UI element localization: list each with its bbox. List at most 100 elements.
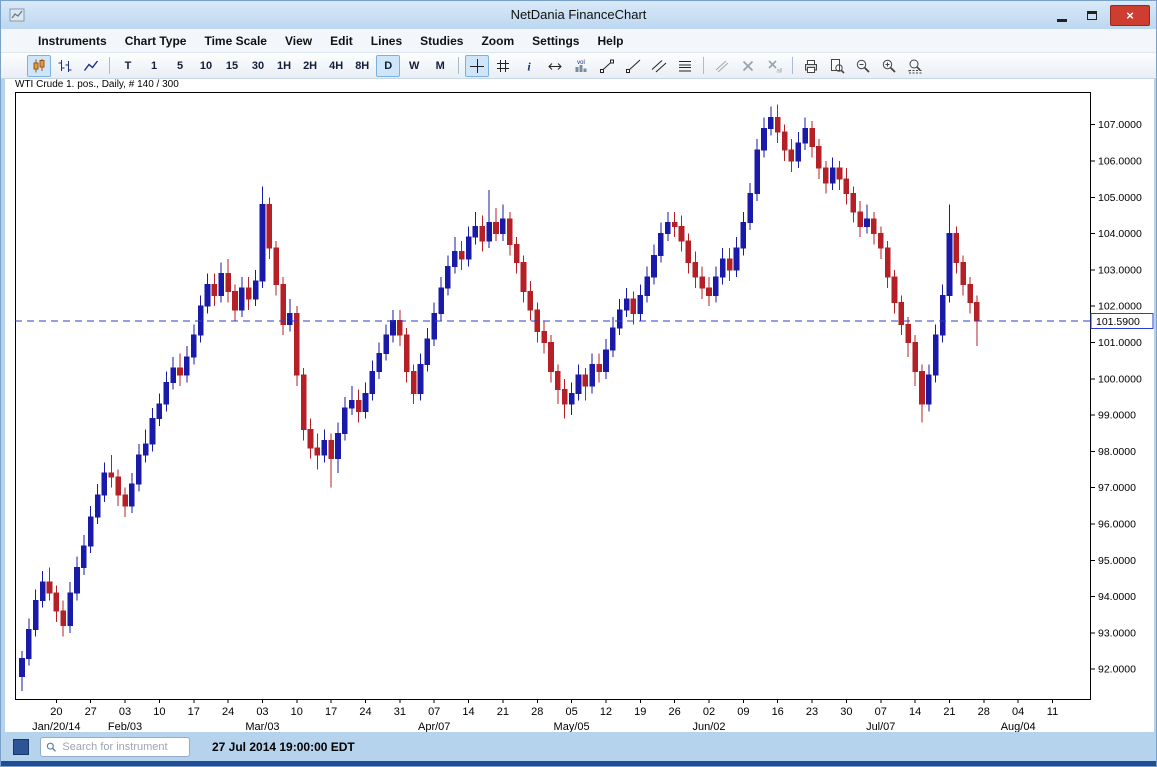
- svg-text:31: 31: [394, 706, 406, 718]
- svg-text:24: 24: [359, 706, 371, 718]
- svg-text:30: 30: [840, 706, 852, 718]
- timeframe-button-5[interactable]: 5: [168, 55, 192, 77]
- menu-edit[interactable]: Edit: [321, 34, 362, 48]
- toolbar-button-channel[interactable]: [647, 55, 671, 77]
- timestamp: 27 Jul 2014 19:00:00 EDT: [212, 740, 355, 754]
- timeframe-button-D[interactable]: D: [376, 55, 400, 77]
- menu-view[interactable]: View: [276, 34, 321, 48]
- toolbar-button-print-preview[interactable]: [825, 55, 849, 77]
- bars-icon: [57, 58, 73, 74]
- toolbar-separator: [703, 57, 704, 74]
- price-chart[interactable]: 92.000093.000094.000095.000096.000097.00…: [5, 79, 1154, 734]
- toolbar-button-grid[interactable]: [491, 55, 515, 77]
- svg-text:03: 03: [119, 706, 131, 718]
- instrument-label: WTI Crude 1. pos., Daily, # 140 / 300: [15, 79, 179, 90]
- toolbar-button-fibonacci[interactable]: [673, 55, 697, 77]
- maximize-icon: [1087, 11, 1097, 20]
- svg-text:07: 07: [428, 706, 440, 718]
- ray-icon: [625, 58, 641, 74]
- svg-text:103.0000: 103.0000: [1098, 264, 1142, 276]
- svg-text:20: 20: [50, 706, 62, 718]
- status-bar: 27 Jul 2014 19:00:00 EDT: [5, 732, 1154, 761]
- svg-text:26: 26: [669, 706, 681, 718]
- svg-text:11: 11: [1047, 706, 1058, 718]
- svg-text:all: all: [777, 68, 783, 74]
- toolbar-button-print[interactable]: [799, 55, 823, 77]
- channel-icon: [651, 58, 667, 74]
- svg-text:07: 07: [875, 706, 887, 718]
- svg-text:93.0000: 93.0000: [1098, 627, 1136, 639]
- volume-icon: vol: [573, 58, 589, 74]
- svg-text:105.0000: 105.0000: [1098, 192, 1142, 204]
- maximize-button[interactable]: [1080, 6, 1104, 25]
- timeframe-button-M[interactable]: M: [428, 55, 452, 77]
- svg-text:28: 28: [978, 706, 990, 718]
- menu-help[interactable]: Help: [588, 34, 632, 48]
- timeframe-button-4H[interactable]: 4H: [324, 55, 348, 77]
- delete-all-drawings-icon: all: [766, 58, 782, 74]
- toolbar-button-zoom-out[interactable]: [851, 55, 875, 77]
- toolbar-button-zoom-selection[interactable]: [903, 55, 927, 77]
- toolbar-button-scroll-horizontal[interactable]: [543, 55, 567, 77]
- crosshair-icon: [469, 58, 485, 74]
- candlestick-icon: [31, 58, 47, 74]
- minimize-icon: [1057, 19, 1067, 22]
- info-icon: i: [521, 58, 537, 74]
- menu-settings[interactable]: Settings: [523, 34, 588, 48]
- close-button[interactable]: ×: [1110, 5, 1150, 26]
- zoom-selection-icon: [907, 58, 923, 74]
- toolbar-button-candlestick[interactable]: [27, 55, 51, 77]
- toolbar: T151015301H2H4H8HDWMivolall: [1, 53, 1156, 79]
- timeframe-button-W[interactable]: W: [402, 55, 426, 77]
- toolbar-button-zoom-in[interactable]: [877, 55, 901, 77]
- menu-chart-type[interactable]: Chart Type: [116, 34, 196, 48]
- timeframe-button-8H[interactable]: 8H: [350, 55, 374, 77]
- toolbar-button-bars[interactable]: [53, 55, 77, 77]
- toolbar-button-trendline[interactable]: [595, 55, 619, 77]
- timeframe-button-1[interactable]: 1: [142, 55, 166, 77]
- minimize-button[interactable]: [1050, 6, 1074, 25]
- timeframe-button-1H[interactable]: 1H: [272, 55, 296, 77]
- svg-text:14: 14: [462, 706, 474, 718]
- search-box[interactable]: [40, 737, 190, 757]
- title-bar: NetDania FinanceChart ×: [1, 1, 1156, 30]
- statusbar-tile[interactable]: [13, 739, 29, 755]
- toolbar-button-info[interactable]: i: [517, 55, 541, 77]
- toolbar-button-crosshair[interactable]: [465, 55, 489, 77]
- parallel-lines-icon: [714, 58, 730, 74]
- toolbar-button-ray[interactable]: [621, 55, 645, 77]
- svg-text:99.0000: 99.0000: [1098, 410, 1136, 422]
- svg-text:98.0000: 98.0000: [1098, 446, 1136, 458]
- svg-text:95.0000: 95.0000: [1098, 555, 1136, 567]
- svg-text:106.0000: 106.0000: [1098, 155, 1142, 167]
- menu-zoom[interactable]: Zoom: [472, 34, 523, 48]
- toolbar-button-line[interactable]: [79, 55, 103, 77]
- timeframe-button-2H[interactable]: 2H: [298, 55, 322, 77]
- svg-text:17: 17: [325, 706, 337, 718]
- menu-time-scale[interactable]: Time Scale: [195, 34, 275, 48]
- toolbar-button-volume[interactable]: vol: [569, 55, 593, 77]
- svg-text:04: 04: [1012, 706, 1024, 718]
- timeframe-button-T[interactable]: T: [116, 55, 140, 77]
- search-input[interactable]: [60, 740, 184, 754]
- svg-text:05: 05: [565, 706, 577, 718]
- svg-text:104.0000: 104.0000: [1098, 228, 1142, 240]
- delete-drawing-icon: [740, 58, 756, 74]
- svg-text:97.0000: 97.0000: [1098, 482, 1136, 494]
- svg-text:03: 03: [256, 706, 268, 718]
- svg-text:107.0000: 107.0000: [1098, 119, 1142, 131]
- svg-text:10: 10: [291, 706, 303, 718]
- timeframe-button-15[interactable]: 15: [220, 55, 244, 77]
- menu-bar: InstrumentsChart TypeTime ScaleViewEditL…: [1, 29, 1156, 53]
- svg-text:21: 21: [943, 706, 955, 718]
- timeframe-button-30[interactable]: 30: [246, 55, 270, 77]
- menu-instruments[interactable]: Instruments: [29, 34, 116, 48]
- svg-text:12: 12: [600, 706, 612, 718]
- toolbar-separator: [458, 57, 459, 74]
- menu-lines[interactable]: Lines: [362, 34, 411, 48]
- menu-studies[interactable]: Studies: [411, 34, 472, 48]
- zoom-out-icon: [855, 58, 871, 74]
- timeframe-button-10[interactable]: 10: [194, 55, 218, 77]
- svg-text:94.0000: 94.0000: [1098, 591, 1136, 603]
- toolbar-button-delete-drawing: [736, 55, 760, 77]
